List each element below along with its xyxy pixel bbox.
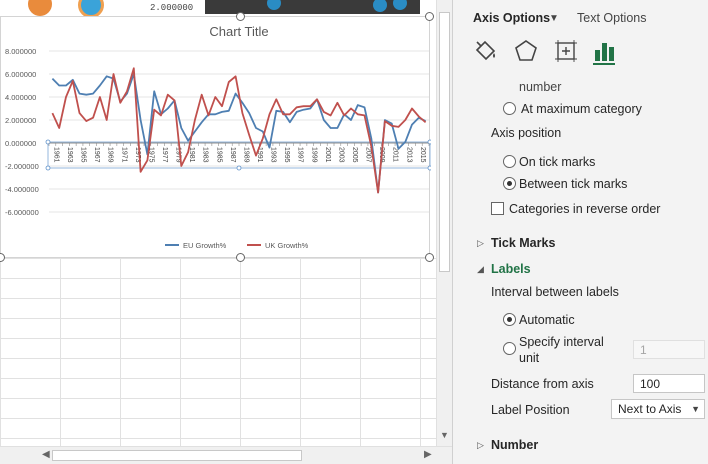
radio-on-tick-marks[interactable] [503, 155, 516, 168]
distance-from-axis-label: Distance from axis [491, 377, 594, 391]
tab-axis-options[interactable]: Axis Options [473, 11, 550, 25]
scroll-right-arrow-icon[interactable]: ▶ [424, 449, 432, 460]
paint-bucket-icon[interactable] [473, 38, 499, 64]
previous-chart-strip: 2.000000 [0, 0, 436, 18]
bar-chart-icon[interactable] [592, 38, 618, 64]
x-tick-label: 1977 [161, 147, 168, 163]
x-tick-label: 2003 [337, 147, 344, 163]
size-properties-icon[interactable] [553, 38, 579, 64]
y-tick-label: 4.000000 [5, 93, 36, 102]
specify-interval-label[interactable]: Specify interval [519, 335, 604, 349]
x-tick-label: 2007 [365, 147, 372, 163]
section-labels[interactable]: Labels [491, 262, 531, 276]
interval-between-labels-heading: Interval between labels [491, 285, 619, 299]
scroll-left-arrow-icon[interactable]: ◀ [42, 449, 50, 460]
on-tick-marks-label[interactable]: On tick marks [519, 155, 595, 169]
x-tick-label: 1971 [120, 147, 127, 163]
interval-unit-input[interactable]: 1 [633, 340, 705, 359]
radio-at-maximum-category[interactable] [503, 102, 516, 115]
x-tick-label: 2015 [419, 147, 426, 163]
bubble [267, 0, 281, 10]
x-tick-label: 2011 [392, 147, 399, 162]
y-tick-label: 0.000000 [5, 139, 36, 148]
x-tick-label: 1983 [202, 147, 209, 163]
chevron-down-icon[interactable]: ▼ [691, 404, 700, 414]
bubble [373, 0, 387, 12]
line-chart[interactable]: Chart Title 8.000000 6.000000 4.000000 2.00… [0, 16, 431, 259]
chart-plot[interactable]: Chart Title 8.000000 6.000000 4.000000 2.00… [1, 17, 431, 259]
x-tick-label: 1985 [215, 147, 222, 163]
y-tick-label: -6.000000 [5, 208, 39, 217]
bubble [393, 0, 407, 10]
specify-interval-label-line2[interactable]: unit [519, 351, 539, 365]
radio-between-tick-marks[interactable] [503, 177, 516, 190]
between-tick-marks-label[interactable]: Between tick marks [519, 177, 627, 191]
axis-position-heading: Axis position [491, 126, 562, 140]
x-tick-label: 1969 [107, 147, 114, 163]
x-tick-label: 1967 [93, 147, 100, 163]
axis-selection-handle[interactable] [45, 165, 51, 171]
x-tick-label: 2013 [405, 147, 412, 163]
horizontal-scrollbar[interactable]: ◀ ▶ [0, 446, 452, 464]
truncated-option-text: number [519, 80, 562, 94]
pentagon-icon[interactable] [513, 38, 539, 64]
automatic-label[interactable]: Automatic [519, 313, 575, 327]
chevron-down-icon[interactable]: ▼ [549, 13, 559, 24]
x-tick-label: 1995 [283, 147, 290, 163]
label-position-value: Next to Axis [618, 402, 682, 416]
section-tick-marks[interactable]: Tick Marks [491, 236, 555, 250]
worksheet-area[interactable]: 2.000000 Chart Title 8.000000 6.000000 4.0… [0, 0, 436, 446]
chart-resize-handle-bottom-right[interactable] [425, 253, 434, 262]
scroll-down-arrow-icon[interactable]: ▼ [440, 430, 449, 440]
section-number[interactable]: Number [491, 438, 538, 452]
legend-entry[interactable]: EU Growth% [183, 241, 227, 250]
format-axis-pane: Axis Options ▼ Text Options number At ma… [452, 0, 708, 464]
chart-resize-handle-top[interactable] [236, 12, 245, 21]
distance-from-axis-input[interactable]: 100 [633, 374, 705, 393]
axis-selection-handle[interactable] [427, 139, 431, 145]
y-tick-label: 6.000000 [5, 70, 36, 79]
x-tick-label: 1989 [242, 147, 249, 163]
chart-resize-handle-top-right[interactable] [425, 12, 434, 21]
x-tick-label: 1999 [310, 147, 317, 163]
chart-resize-handle-bottom[interactable] [236, 253, 245, 262]
x-tick-label: 1987 [229, 147, 236, 163]
label-position-select[interactable]: Next to Axis ▼ [611, 399, 705, 419]
radio-automatic[interactable] [503, 313, 516, 326]
x-tick-label: 1993 [270, 147, 277, 163]
y-tick-label: -2.000000 [5, 162, 39, 171]
chevron-right-icon[interactable]: ▷ [477, 238, 484, 249]
x-tick-label: 1965 [80, 147, 87, 163]
x-tick-label: 1961 [52, 147, 59, 163]
radio-specify-interval[interactable] [503, 342, 516, 355]
y-tick-label: 8.000000 [5, 47, 36, 56]
axis-selection-handle[interactable] [236, 165, 242, 171]
chart-title[interactable]: Chart Title [209, 24, 268, 39]
axis-selection-handle[interactable] [427, 165, 431, 171]
horizontal-scroll-thumb[interactable] [52, 450, 302, 461]
label-position-label: Label Position [491, 403, 570, 417]
chevron-down-icon[interactable]: ◢ [477, 264, 484, 275]
categories-reverse-checkbox[interactable] [491, 202, 504, 215]
vertical-scrollbar[interactable]: ▼ [436, 0, 452, 446]
tab-text-options[interactable]: Text Options [577, 11, 646, 25]
y-tick-label: -4.000000 [5, 185, 39, 194]
x-tick-label: 1997 [297, 147, 304, 163]
x-tick-label: 2001 [324, 147, 331, 163]
categories-reverse-label[interactable]: Categories in reverse order [509, 202, 660, 216]
y-tick-label: 2.000000 [5, 116, 36, 125]
chevron-right-icon[interactable]: ▷ [477, 440, 484, 451]
x-tick-label: 1963 [66, 147, 73, 163]
axis-selection-handle[interactable] [45, 139, 51, 145]
axis-value-label: 2.000000 [150, 3, 194, 13]
vertical-scroll-thumb[interactable] [439, 12, 450, 272]
excel-window: 2.000000 Chart Title 8.000000 6.000000 4.0… [0, 0, 708, 464]
orange-bubble [28, 0, 52, 16]
active-tab-indicator [593, 63, 615, 65]
at-maximum-category-label[interactable]: At maximum category [521, 102, 642, 116]
x-tick-label: 2005 [351, 147, 358, 163]
cell-grid[interactable] [0, 258, 436, 446]
legend-entry[interactable]: UK Growth% [265, 241, 309, 250]
